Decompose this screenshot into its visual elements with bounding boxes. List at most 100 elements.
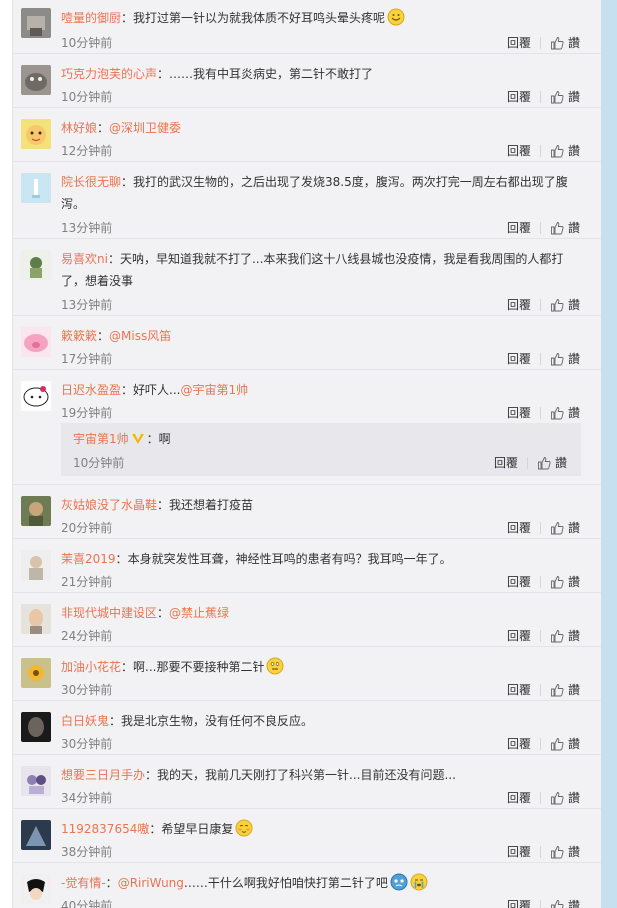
like-button[interactable]: 讚: [550, 735, 580, 752]
comment-item: 想要三日月手办：我的天，我前几天刚打了科兴第一针...目前还没有问题... 34…: [13, 755, 602, 809]
thumb-up-icon: [551, 629, 564, 642]
reply-button[interactable]: 回覆: [507, 519, 531, 536]
avatar[interactable]: [21, 874, 51, 904]
avatar[interactable]: [21, 173, 51, 203]
like-button[interactable]: 讚: [550, 897, 580, 908]
reply-author[interactable]: 宇宙第1帅: [73, 432, 129, 446]
thumb-up-icon: [551, 221, 564, 234]
comment-author[interactable]: 日迟水盈盈: [61, 383, 121, 397]
mention-link[interactable]: @禁止蕉绿: [169, 606, 229, 620]
comment-text: 我还想着打疫苗: [169, 498, 254, 512]
comment-item: 院长很无聊：我打的武汉生物的，之后出现了发烧38.5度，腹泻。两次打完一周左右都…: [13, 162, 602, 239]
comment-author[interactable]: 白日妖鬼: [61, 714, 109, 728]
reply-button[interactable]: 回覆: [507, 34, 531, 51]
avatar[interactable]: [21, 496, 51, 526]
like-button[interactable]: 讚: [537, 454, 567, 471]
like-label: 讚: [567, 352, 580, 366]
reply-button[interactable]: 回覆: [507, 219, 531, 236]
avatar[interactable]: [21, 604, 51, 634]
reply-button[interactable]: 回覆: [507, 573, 531, 590]
reply-button[interactable]: 回覆: [507, 735, 531, 752]
comment-text: ……我有中耳炎病史，第二针不敢打了: [169, 67, 374, 81]
like-button[interactable]: 讚: [550, 219, 580, 236]
comment-author[interactable]: 加油小花花: [61, 660, 121, 674]
comment-author[interactable]: 茉喜2019: [61, 552, 116, 566]
avatar[interactable]: [21, 8, 51, 38]
thumb-up-icon: [551, 791, 564, 804]
verified-v-icon: [131, 430, 145, 452]
comment-author[interactable]: 巧克力泡芙的心声: [61, 67, 157, 81]
separator: ：: [97, 121, 110, 135]
cry-emoji-icon: [390, 873, 408, 898]
reply-button[interactable]: 回覆: [507, 88, 531, 105]
thumb-up-icon: [551, 845, 564, 858]
comment-time: 30分钟前: [61, 683, 113, 697]
like-button[interactable]: 讚: [550, 404, 580, 421]
comment-author[interactable]: 想要三日月手办: [61, 768, 145, 782]
comment-item: 簌簌簌：@Miss风笛 17分钟前 回覆 讚: [13, 316, 602, 370]
avatar[interactable]: [21, 65, 51, 95]
mention-link[interactable]: @宇宙第1帅: [180, 383, 248, 397]
comment-text: 天呐，早知道我就不打了...本来我们这十八线县城也没疫情，我是看我周围的人都打了…: [61, 252, 564, 288]
comment-author[interactable]: 非现代城中建设区: [61, 606, 157, 620]
comment-time: 17分钟前: [61, 352, 113, 366]
reply-button[interactable]: 回覆: [507, 404, 531, 421]
avatar[interactable]: [21, 820, 51, 850]
like-label: 讚: [567, 683, 580, 697]
comment-author[interactable]: 院长很无聊: [61, 175, 121, 189]
comment-text: 我的天，我前几天刚打了科兴第一针...目前还没有问题...: [157, 768, 456, 782]
comment-time: 13分钟前: [61, 221, 113, 235]
like-button[interactable]: 讚: [550, 627, 580, 644]
reply-button[interactable]: 回覆: [507, 296, 531, 313]
like-button[interactable]: 讚: [550, 88, 580, 105]
like-label: 讚: [567, 221, 580, 235]
avatar[interactable]: [21, 250, 51, 280]
avatar[interactable]: [21, 327, 51, 357]
avatar[interactable]: [21, 712, 51, 742]
like-button[interactable]: 讚: [550, 789, 580, 806]
avatar[interactable]: [21, 550, 51, 580]
avatar[interactable]: [21, 119, 51, 149]
like-button[interactable]: 讚: [550, 843, 580, 860]
like-button[interactable]: 讚: [550, 350, 580, 367]
reply-button[interactable]: 回覆: [507, 843, 531, 860]
like-button[interactable]: 讚: [550, 296, 580, 313]
separator: ：: [146, 432, 159, 446]
like-button[interactable]: 讚: [550, 573, 580, 590]
shy-emoji-icon: [235, 819, 253, 844]
comment-author[interactable]: 林好娘: [61, 121, 97, 135]
mention-link[interactable]: @Miss风笛: [109, 329, 171, 343]
comment-author[interactable]: 易喜欢ni: [61, 252, 108, 266]
reply-button[interactable]: 回覆: [507, 350, 531, 367]
reply-button[interactable]: 回覆: [507, 681, 531, 698]
comment-author[interactable]: 1192837654嗷: [61, 822, 149, 836]
reply-button[interactable]: 回覆: [507, 142, 531, 159]
avatar[interactable]: [21, 766, 51, 796]
reply-button[interactable]: 回覆: [507, 789, 531, 806]
like-button[interactable]: 讚: [550, 519, 580, 536]
mention-link[interactable]: @RiriWung: [118, 876, 184, 890]
comment-text: ……干什么啊我好怕咱快打第二针了吧: [183, 876, 388, 890]
like-button[interactable]: 讚: [550, 142, 580, 159]
like-button[interactable]: 讚: [550, 681, 580, 698]
avatar[interactable]: [21, 381, 51, 411]
comment-author[interactable]: 灰姑娘没了水晶鞋: [61, 498, 157, 512]
reply-time: 10分钟前: [73, 456, 125, 470]
like-button[interactable]: 讚: [550, 34, 580, 51]
comment-text: 我打过第一针以为就我体质不好耳鸣头晕头疼呢: [133, 11, 386, 25]
comment-item: 茉喜2019：本身就突发性耳聋，神经性耳鸣的患者有吗？我耳鸣一年了。 21分钟前…: [13, 539, 602, 593]
reply-button[interactable]: 回覆: [507, 897, 531, 908]
comment-item: 灰姑娘没了水晶鞋：我还想着打疫苗 20分钟前 回覆 讚: [13, 485, 602, 539]
like-label: 讚: [567, 737, 580, 751]
reply-button[interactable]: 回覆: [494, 454, 518, 471]
comment-author[interactable]: 噎量的御厨: [61, 11, 121, 25]
comment-time: 12分钟前: [61, 144, 113, 158]
mention-link[interactable]: @深圳卫健委: [109, 121, 181, 135]
like-label: 讚: [567, 36, 580, 50]
reply-button[interactable]: 回覆: [507, 627, 531, 644]
comment-author[interactable]: 簌簌簌: [61, 329, 97, 343]
thumb-up-icon: [551, 36, 564, 49]
avatar[interactable]: [21, 658, 51, 688]
comment-time: 24分钟前: [61, 629, 113, 643]
comment-author[interactable]: -觉有情-: [61, 876, 106, 890]
